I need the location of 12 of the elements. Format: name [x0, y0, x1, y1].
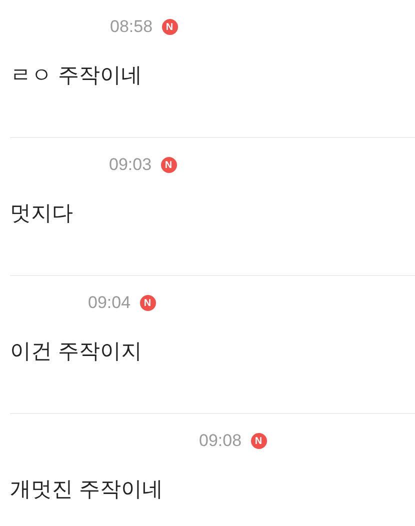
- new-badge: N: [250, 433, 267, 449]
- comment-time: 09:04: [88, 293, 131, 313]
- comment-text: 이건 주작이지: [10, 339, 143, 365]
- comment-text: 개멋진 주작이네: [10, 477, 164, 503]
- comment-text: 멋지다: [10, 201, 74, 227]
- comment-time: 09:03: [109, 155, 152, 175]
- comment-text: ㄹㅇ 주작이네: [10, 63, 143, 89]
- comment-time: 08:58: [110, 17, 153, 37]
- comment-time: 09:08: [199, 431, 242, 451]
- new-badge: N: [160, 157, 177, 173]
- new-badge: N: [140, 295, 156, 311]
- new-badge: N: [162, 19, 178, 35]
